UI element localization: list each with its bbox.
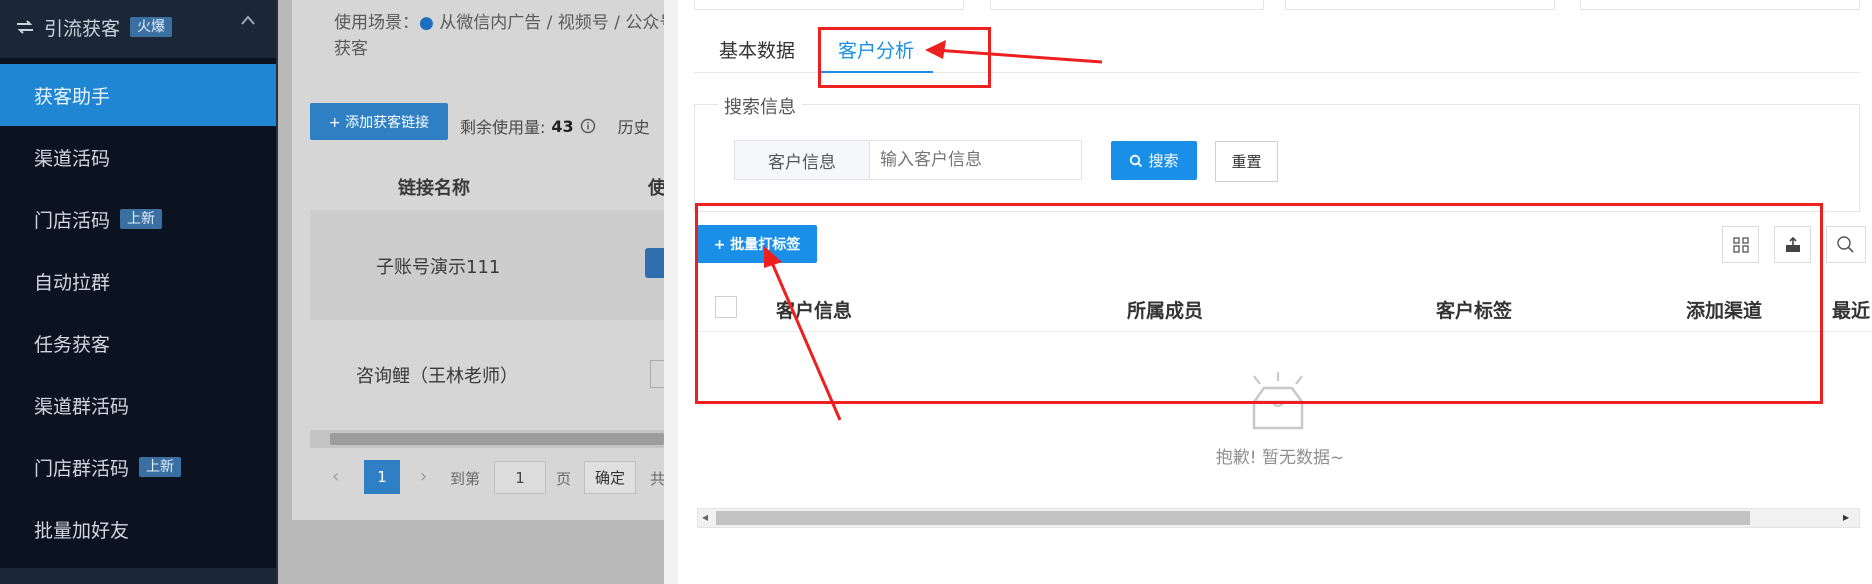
sidebar-item-label: 门店活码	[34, 209, 111, 232]
sidebar-item-label: 渠道群活码	[34, 395, 130, 418]
col-recent: 最近	[1832, 300, 1871, 322]
row-action[interactable]	[650, 360, 664, 388]
new-badge: 上新	[139, 457, 182, 477]
customer-info-input[interactable]	[869, 140, 1082, 180]
sidebar-item-store-group-code[interactable]: 门店群活码 上新	[0, 436, 278, 498]
annotation-box-table	[695, 203, 1823, 404]
sidebar-item-label: 批量加好友	[34, 519, 130, 542]
refresh-icon	[17, 20, 33, 34]
next-page-icon[interactable]: ›	[420, 466, 427, 487]
sidebar-item-label: 获客助手	[34, 85, 111, 108]
search-toggle-button[interactable]	[1826, 226, 1866, 263]
scroll-left-icon[interactable]: ◂	[702, 510, 708, 524]
stat-card	[1580, 0, 1860, 10]
hot-badge: 火爆	[130, 17, 173, 37]
customer-info-label: 客户信息	[734, 140, 870, 180]
sidebar-item-task-huoke[interactable]: 任务获客	[0, 312, 278, 374]
search-icon	[1130, 154, 1143, 167]
avatar	[645, 248, 664, 278]
total-label: 共	[650, 470, 666, 488]
stat-card	[990, 0, 1264, 10]
sidebar-footer	[0, 568, 278, 584]
sidebar-item-label: 自动拉群	[34, 271, 111, 294]
tab-basic-data[interactable]: 基本数据	[719, 36, 795, 63]
sidebar-item-label: 任务获客	[34, 333, 111, 356]
prev-page-icon[interactable]: ‹	[332, 466, 339, 487]
stat-card	[1285, 0, 1555, 10]
page-label: 页	[556, 470, 572, 488]
table-row[interactable]: 子账号演示111	[376, 253, 500, 279]
page-current[interactable]: 1	[364, 460, 400, 494]
goto-label: 到第	[450, 470, 481, 488]
search-icon	[1837, 235, 1854, 253]
remaining-usage: 剩余使用量: 43 历史	[460, 116, 650, 138]
stat-card	[694, 0, 964, 10]
sidebar-item-huoke-assistant[interactable]: 获客助手	[0, 64, 276, 126]
scrollbar-thumb[interactable]	[716, 511, 1750, 525]
sidebar-item-store-code[interactable]: 门店活码 上新	[0, 188, 278, 250]
search-button[interactable]: 搜索	[1111, 141, 1197, 180]
sidebar-item-channel-code[interactable]: 渠道活码	[0, 126, 278, 188]
info-icon[interactable]	[580, 118, 596, 134]
goto-page-input[interactable]: 1	[494, 461, 546, 494]
sidebar-item-channel-group-code[interactable]: 渠道群活码	[0, 374, 278, 436]
table-row[interactable]: 咨询鲤（王林老师）	[356, 362, 518, 388]
scrollbar-thumb[interactable]	[330, 433, 664, 445]
sidebar-item-auto-group[interactable]: 自动拉群	[0, 250, 278, 312]
col-link-name: 链接名称	[398, 178, 470, 199]
sidebar-group-title: 引流获客	[44, 17, 121, 40]
sidebar-item-label: 渠道活码	[34, 147, 111, 170]
sidebar-group-title-row[interactable]: 引流获客 火爆	[14, 8, 173, 46]
search-section-title: 搜索信息	[718, 93, 802, 119]
drawer-edge	[664, 0, 678, 584]
sidebar-item-batch-add-friends[interactable]: 批量加好友	[0, 498, 278, 560]
new-badge: 上新	[120, 209, 163, 229]
chevron-up-icon[interactable]	[240, 14, 256, 26]
annotation-box-tab	[818, 27, 991, 88]
usage-scene-line: 使用场景：● 从微信内广告 / 视频号 / 公众号	[334, 13, 677, 33]
usage-scene-line-2: 获客	[334, 39, 368, 59]
sidebar-item-label: 门店群活码	[34, 457, 130, 480]
goto-confirm-button[interactable]: 确定	[584, 461, 636, 494]
scroll-right-icon[interactable]: ▸	[1843, 510, 1849, 524]
reset-button[interactable]: 重置	[1215, 141, 1278, 182]
empty-text: 抱歉! 暂无数据~	[1215, 448, 1345, 468]
add-link-button[interactable]: + 添加获客链接	[310, 103, 448, 140]
